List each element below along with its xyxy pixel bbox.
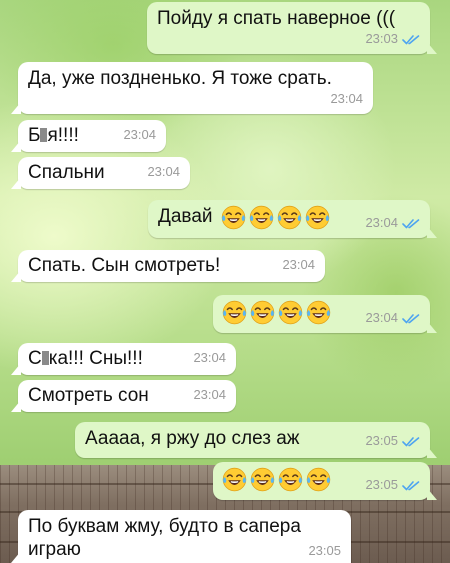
face-with-tears-of-joy-icon [306,300,331,325]
message-meta: 23:05 [365,474,420,496]
message-bubble-outgoing[interactable]: Пойду я спать наверное ((( 23:03 [147,2,437,54]
message-time: 23:05 [365,433,398,448]
message-time: 23:04 [193,350,226,365]
face-with-tears-of-joy-icon [250,300,275,325]
message-text: Спать. Сын смотреть! [28,255,221,276]
message-text-line-2: играю [28,539,81,560]
message-text: Давай [158,206,213,227]
face-with-tears-of-joy-icon [306,467,331,492]
read-receipt-icon [402,218,420,229]
message-bubble-incoming[interactable]: Да, уже поздненько. Я тоже срать. 23:04 [11,62,373,114]
message-text-line-1: По буквам жму, будто в сапера [28,516,301,537]
message-text-start: С [28,348,42,369]
message-text: Ска!!! Сны!!! [28,348,143,370]
message-bubble-incoming[interactable]: Спать. Сын смотреть! 23:04 [11,250,325,282]
emoji-row [222,467,331,492]
face-with-tears-of-joy-icon [278,467,303,492]
message-bubble-incoming[interactable]: Ска!!! Сны!!! 23:04 [11,343,236,375]
message-meta: 23:04 [330,88,363,110]
message-text: Пойду я спать наверное ((( [157,8,396,29]
face-with-tears-of-joy-icon [222,467,247,492]
message-bubble-outgoing[interactable]: Давай 23:04 [148,200,437,238]
face-with-tears-of-joy-icon [222,300,247,325]
face-with-tears-of-joy-icon [278,300,303,325]
message-text-start: Б [28,125,41,146]
read-receipt-icon [402,34,420,45]
message-time: 23:05 [365,477,398,492]
message-time: 23:04 [330,91,363,106]
face-with-tears-of-joy-icon [249,205,274,230]
message-time: 23:04 [193,387,226,402]
message-text: Ааааа, я ржу до слез аж [85,428,300,449]
message-bubble-incoming[interactable]: По буквам жму, будто в сапера играю 23:0… [11,510,351,563]
message-bubble-outgoing[interactable]: 23:05 [213,462,437,500]
read-receipt-icon [402,436,420,447]
message-meta: 23:03 [365,28,420,50]
message-text: Да, уже поздненько. Я тоже срать. [28,68,332,89]
message-text: Спальни [28,162,105,183]
message-time: 23:03 [365,31,398,46]
message-bubble-incoming[interactable]: Бя!!!! 23:04 [11,120,166,152]
message-meta: 23:04 [147,161,180,183]
message-meta: 23:05 [308,540,341,562]
censor-block [41,351,49,365]
message-time: 23:04 [147,164,180,179]
message-text: Бя!!!! [28,125,79,147]
message-text: Смотреть сон [28,385,149,406]
message-bubble-outgoing[interactable]: 23:04 [213,295,437,333]
message-meta: 23:04 [193,384,226,406]
message-text-end: я!!!! [47,125,79,146]
face-with-tears-of-joy-icon [250,467,275,492]
face-with-tears-of-joy-icon [305,205,330,230]
face-with-tears-of-joy-icon [277,205,302,230]
message-meta: 23:04 [282,254,315,276]
message-time: 23:04 [365,310,398,325]
read-receipt-icon [402,480,420,491]
emoji-row [221,205,330,230]
message-text-end: ка!!! Сны!!! [48,348,143,369]
message-meta: 23:05 [365,430,420,452]
face-with-tears-of-joy-icon [221,205,246,230]
message-time: 23:04 [365,215,398,230]
message-meta: 23:04 [365,307,420,329]
emoji-row [222,300,331,325]
read-receipt-icon [402,313,420,324]
message-bubble-incoming[interactable]: Смотреть сон 23:04 [11,380,236,412]
message-meta: 23:04 [365,212,420,234]
message-meta: 23:04 [193,347,226,369]
message-bubble-outgoing[interactable]: Ааааа, я ржу до слез аж 23:05 [75,422,437,458]
message-time: 23:04 [123,127,156,142]
message-meta: 23:04 [123,124,156,146]
message-time: 23:05 [308,543,341,558]
message-bubble-incoming[interactable]: Спальни 23:04 [11,157,190,189]
message-time: 23:04 [282,257,315,272]
